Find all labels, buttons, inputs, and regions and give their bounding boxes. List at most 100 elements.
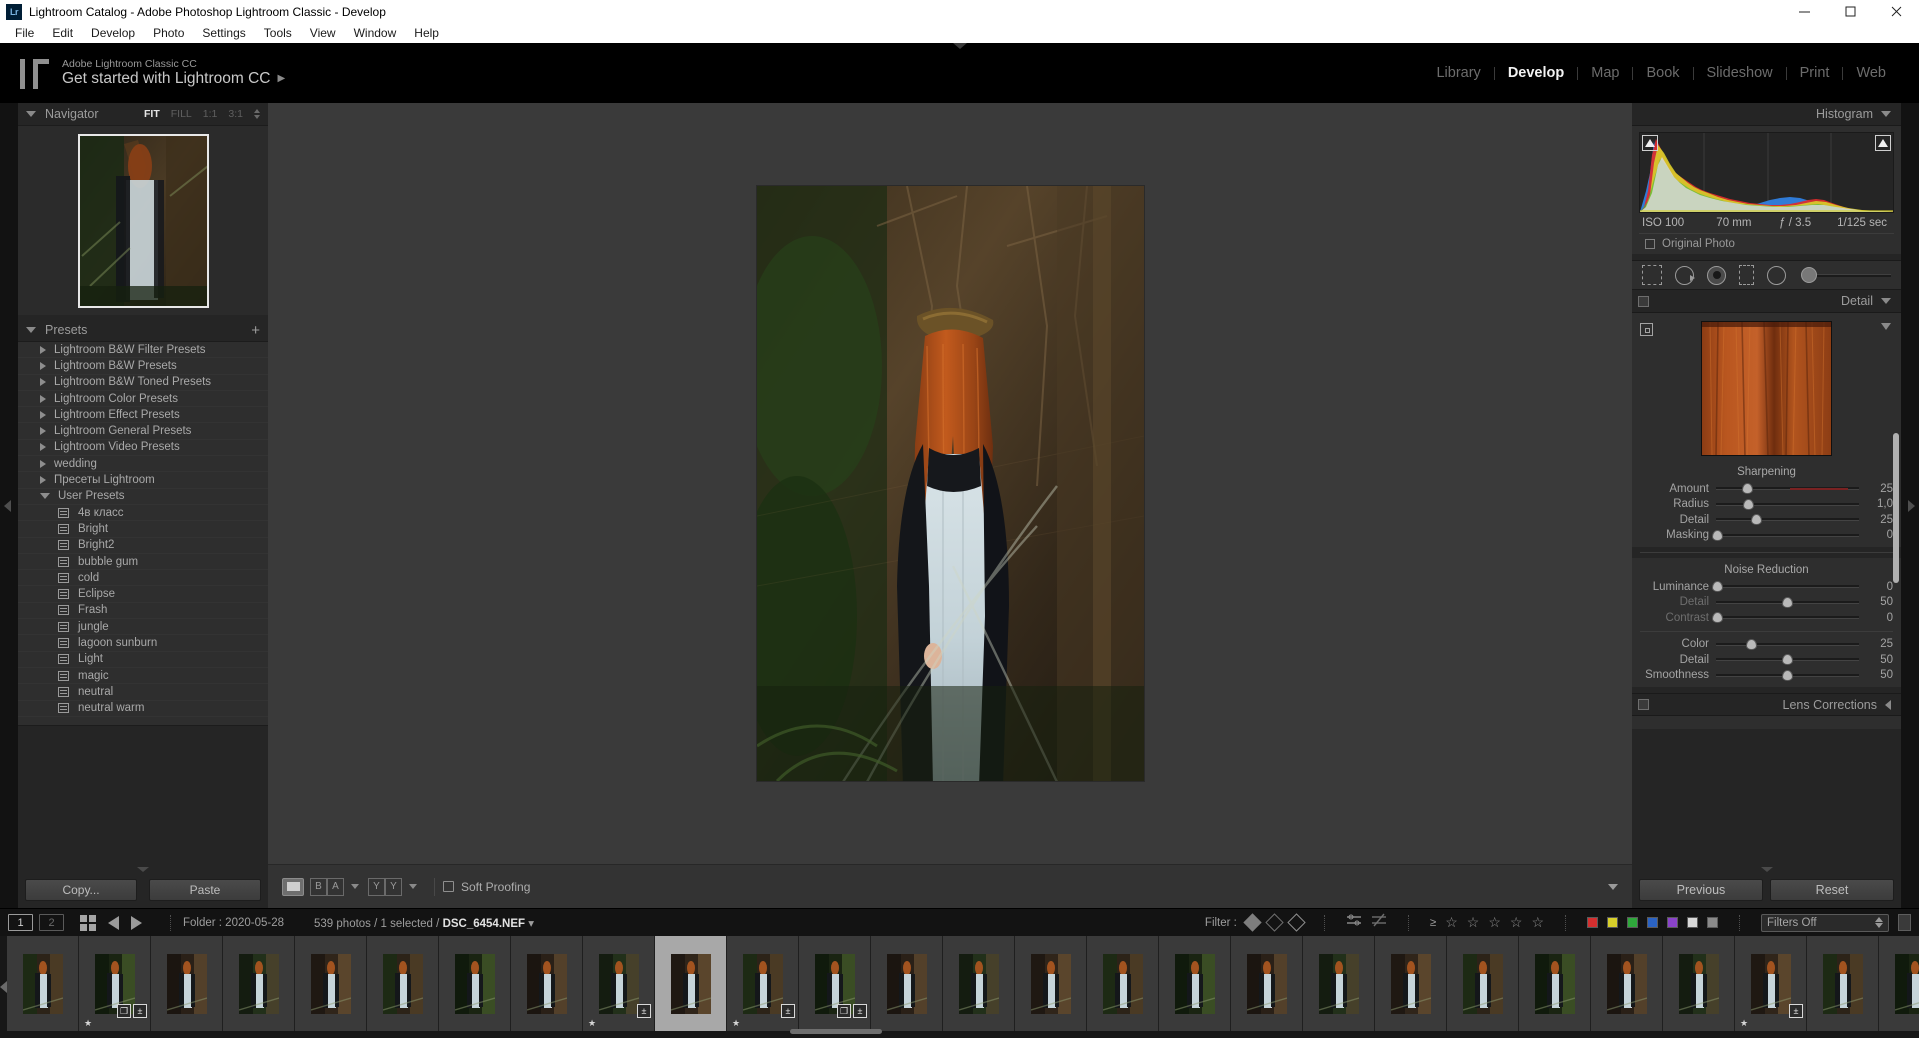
- preset-group-user-presets[interactable]: User Presets: [18, 489, 268, 505]
- preset-item[interactable]: neutral warm: [18, 701, 268, 717]
- preset-group[interactable]: Lightroom B&W Presets: [18, 358, 268, 374]
- highlight-clipping-icon[interactable]: [1875, 135, 1891, 151]
- preset-item[interactable]: jungle: [18, 619, 268, 635]
- filmstrip-cell[interactable]: [511, 936, 583, 1031]
- slider-masking[interactable]: Masking 0: [1632, 528, 1901, 544]
- preset-group[interactable]: Lightroom General Presets: [18, 423, 268, 439]
- slider-detail[interactable]: Detail 25: [1632, 512, 1901, 528]
- slider-track[interactable]: [1716, 640, 1859, 649]
- menu-view[interactable]: View: [301, 23, 345, 43]
- crop-overlay-icon[interactable]: [1642, 265, 1662, 285]
- loupe-view-icon[interactable]: [282, 878, 304, 896]
- filters-dropdown[interactable]: Filters Off: [1761, 914, 1889, 932]
- minimize-icon[interactable]: [1781, 0, 1827, 23]
- slider-amount[interactable]: Amount 25: [1632, 481, 1901, 497]
- menu-settings[interactable]: Settings: [193, 23, 254, 43]
- filmstrip-scrollbar[interactable]: [790, 1029, 882, 1034]
- slider-track[interactable]: [1716, 598, 1859, 607]
- module-slideshow[interactable]: Slideshow: [1694, 65, 1786, 81]
- image-stage[interactable]: [268, 103, 1632, 864]
- filmstrip-cell[interactable]: ±★: [583, 936, 655, 1031]
- filmstrip-cell[interactable]: [1591, 936, 1663, 1031]
- filmstrip-cell[interactable]: ❐±: [799, 936, 871, 1031]
- identity-plate[interactable]: Adobe Lightroom Classic CC Get started w…: [62, 58, 285, 88]
- filmstrip-cell[interactable]: [439, 936, 511, 1031]
- filmstrip-cell[interactable]: [223, 936, 295, 1031]
- slider-color[interactable]: Color 25: [1632, 637, 1901, 653]
- rating-operator[interactable]: ≥: [1430, 917, 1436, 929]
- menu-tools[interactable]: Tools: [255, 23, 301, 43]
- crop-badge-icon[interactable]: ❐: [837, 1004, 851, 1018]
- detail-zoom-preview[interactable]: [1701, 321, 1832, 456]
- grid-view-icon[interactable]: [80, 915, 96, 931]
- flag-unflagged-icon[interactable]: [1265, 913, 1283, 931]
- chevron-down-icon[interactable]: [409, 884, 417, 889]
- target-loupe-icon[interactable]: [1640, 323, 1653, 336]
- slider-radius[interactable]: Radius 1,0: [1632, 497, 1901, 513]
- preset-item[interactable]: cold: [18, 570, 268, 586]
- module-print[interactable]: Print: [1787, 65, 1843, 81]
- module-library[interactable]: Library: [1423, 65, 1493, 81]
- preset-item[interactable]: Bright: [18, 521, 268, 537]
- preset-item[interactable]: bubble gum: [18, 554, 268, 570]
- develop-badge-icon[interactable]: ±: [637, 1004, 651, 1018]
- rating-star-3[interactable]: ☆: [1488, 914, 1501, 931]
- color-label-red[interactable]: [1587, 917, 1598, 928]
- preset-item[interactable]: magic: [18, 668, 268, 684]
- original-photo-checkbox[interactable]: [1645, 239, 1655, 249]
- preset-group[interactable]: Lightroom Video Presets: [18, 440, 268, 456]
- filmstrip-cell-selected[interactable]: [655, 936, 727, 1031]
- filmstrip-cell[interactable]: [1663, 936, 1735, 1031]
- preset-group[interactable]: Lightroom B&W Toned Presets: [18, 375, 268, 391]
- navigator-preview[interactable]: [18, 125, 268, 315]
- folder-label[interactable]: Folder : 2020-05-28: [183, 917, 284, 929]
- histogram-header[interactable]: Histogram: [1632, 103, 1901, 125]
- filmstrip-cell[interactable]: ±★: [727, 936, 799, 1031]
- menu-help[interactable]: Help: [405, 23, 448, 43]
- screen-1-button[interactable]: 1: [8, 914, 33, 931]
- chevron-left-icon[interactable]: [1885, 700, 1891, 710]
- slider-track[interactable]: [1716, 531, 1859, 540]
- menu-file[interactable]: File: [6, 23, 43, 43]
- slider-track[interactable]: [1716, 484, 1859, 493]
- chevron-down-icon[interactable]: [1881, 298, 1891, 304]
- edited-filter-icon[interactable]: [1346, 913, 1362, 932]
- filter-lock-icon[interactable]: [1898, 914, 1911, 931]
- develop-badge-icon[interactable]: ±: [1789, 1004, 1803, 1018]
- filmstrip-cell[interactable]: [871, 936, 943, 1031]
- develop-badge-icon[interactable]: ±: [853, 1004, 867, 1018]
- filters-spinner-icon[interactable]: [1875, 917, 1883, 928]
- preset-item[interactable]: Eclipse: [18, 586, 268, 602]
- filmstrip-rating-star[interactable]: ★: [588, 1018, 596, 1029]
- left-panel-collapse-handle[interactable]: [0, 103, 18, 908]
- filmstrip-cell[interactable]: ±★: [1735, 936, 1807, 1031]
- unedited-filter-icon[interactable]: [1371, 913, 1387, 932]
- histogram-chart[interactable]: [1639, 132, 1894, 213]
- right-panel-collapse-handle[interactable]: [1901, 103, 1919, 908]
- slider-track[interactable]: [1716, 613, 1859, 622]
- menu-window[interactable]: Window: [345, 23, 406, 43]
- close-icon[interactable]: [1873, 0, 1919, 23]
- red-eye-icon[interactable]: [1707, 266, 1726, 285]
- previous-button[interactable]: Previous: [1639, 879, 1763, 901]
- yy-view-button[interactable]: Y Y: [368, 878, 402, 896]
- preset-item[interactable]: neutral: [18, 684, 268, 700]
- color-label-yellow[interactable]: [1607, 917, 1618, 928]
- filmstrip-cell[interactable]: [1519, 936, 1591, 1031]
- filmstrip-cell[interactable]: [367, 936, 439, 1031]
- filmstrip-cell[interactable]: [151, 936, 223, 1031]
- menu-photo[interactable]: Photo: [144, 23, 193, 43]
- preset-item[interactable]: Bright2: [18, 538, 268, 554]
- play-arrow-icon[interactable]: ▶: [277, 73, 285, 85]
- add-preset-icon[interactable]: +: [251, 323, 260, 338]
- slider-luminance[interactable]: Luminance 0: [1632, 579, 1901, 595]
- filmstrip-cell[interactable]: [1447, 936, 1519, 1031]
- slider-track[interactable]: [1716, 582, 1859, 591]
- preset-group[interactable]: Lightroom Effect Presets: [18, 407, 268, 423]
- filmstrip-cell[interactable]: [1231, 936, 1303, 1031]
- color-label-green[interactable]: [1627, 917, 1638, 928]
- slider-track[interactable]: [1716, 500, 1859, 509]
- source-summary[interactable]: 539 photos / 1 selected / DSC_6454.NEF ▾: [314, 916, 534, 930]
- preset-item[interactable]: 4в класс: [18, 505, 268, 521]
- filmstrip-cell[interactable]: ❐±★: [79, 936, 151, 1031]
